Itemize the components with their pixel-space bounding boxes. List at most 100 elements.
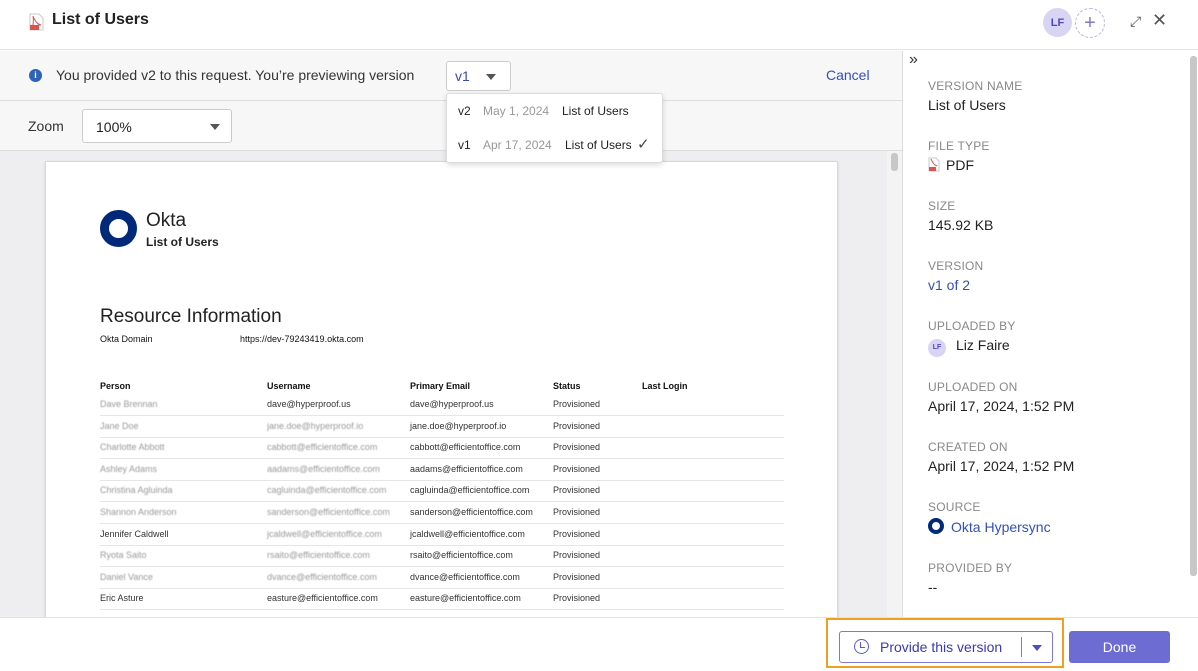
provided-by-value: -- (928, 579, 938, 595)
table-header-cell: Person (100, 381, 131, 391)
table-cell: dvance@efficientoffice.com (410, 571, 520, 582)
version-name-label: VERSION NAME (928, 79, 1023, 93)
expand-icon[interactable]: ⤢ (1130, 13, 1141, 30)
table-cell: Shannon Anderson (100, 507, 177, 517)
document-page: Okta List of Users Resource Information … (45, 161, 838, 617)
table-cell: Provisioned (553, 463, 601, 474)
provide-version-button[interactable]: Provide this version (839, 631, 1053, 663)
table-header-cell: Status (553, 381, 581, 391)
source-label: SOURCE (928, 500, 981, 514)
details-sidebar: » VERSION NAME List of Users FILE TYPE P… (902, 51, 1198, 617)
table-cell: Provisioned (553, 442, 601, 453)
doc-title: List of Users (146, 235, 219, 249)
document-viewer[interactable]: Okta List of Users Resource Information … (0, 151, 902, 617)
table-row: Ashley Adams aadams@efficientoffice.com aa… (100, 460, 784, 481)
zoom-label: Zoom (28, 118, 64, 134)
table-cell: Provisioned (553, 399, 601, 409)
source-name: Okta Hypersync (951, 519, 1051, 535)
table-cell: jcaldwell@efficientoffice.com (267, 528, 382, 539)
version-option-number: v2 (458, 104, 471, 118)
doc-domain-label: Okta Domain (100, 334, 153, 344)
size-label: SIZE (928, 199, 956, 213)
version-option-v1[interactable]: v1 Apr 17, 2024 List of Users ✓ (447, 128, 664, 162)
viewer-scrollbar[interactable] (887, 151, 902, 617)
source-link[interactable]: Okta Hypersync (928, 518, 1051, 535)
okta-logo-icon (100, 210, 137, 247)
table-cell: aadams@efficientoffice.com (267, 463, 380, 474)
table-cell: easture@efficientoffice.com (410, 593, 521, 604)
table-row: Daniel Vance dvance@efficientoffice.com dv… (100, 568, 784, 589)
add-collaborator-button[interactable]: + (1075, 8, 1105, 38)
page-title: List of Users (52, 11, 149, 28)
close-icon[interactable]: ✕ (1152, 10, 1167, 31)
provided-by-label: PROVIDED BY (928, 561, 1013, 575)
doc-domain-value: https://dev-79243419.okta.com (240, 334, 364, 344)
cancel-button[interactable]: Cancel (826, 67, 870, 83)
table-cell: cabbott@efficientoffice.com (267, 442, 378, 453)
table-cell: jcaldwell@efficientoffice.com (410, 528, 525, 539)
table-cell: rsaito@efficientoffice.com (267, 550, 370, 561)
chevron-down-icon (486, 74, 496, 80)
sidebar-scrollbar[interactable] (1190, 56, 1197, 576)
table-cell: aadams@efficientoffice.com (410, 463, 523, 474)
uploaded-on-label: UPLOADED ON (928, 380, 1018, 394)
table-row: Jennifer Caldwell jcaldwell@efficientoffi… (100, 525, 784, 546)
table-cell: Charlotte Abbott (100, 442, 165, 453)
table-cell: jane.doe@hyperproof.io (410, 420, 507, 431)
pdf-file-icon (928, 157, 940, 172)
file-type-value: PDF (928, 157, 974, 173)
version-option-name: List of Users (565, 138, 632, 152)
size-value: 145.92 KB (928, 217, 994, 233)
version-link[interactable]: v1 of 2 (928, 277, 970, 293)
split-divider (1021, 637, 1022, 657)
table-row: Shannon Anderson sanderson@efficientoffic… (100, 503, 784, 524)
table-cell: jane.doe@hyperproof.io (267, 420, 364, 431)
pdf-file-icon (29, 13, 44, 31)
table-cell: dave@hyperproof.us (267, 399, 351, 409)
table-cell: Christina Agluinda (100, 485, 173, 496)
zoom-select[interactable]: 100% (82, 109, 232, 143)
zoom-select-value: 100% (96, 119, 132, 135)
table-cell: Ashley Adams (100, 463, 158, 474)
table-cell: Daniel Vance (100, 571, 153, 582)
table-cell: cabbott@efficientoffice.com (410, 442, 521, 453)
checkmark-icon: ✓ (637, 136, 650, 153)
version-option-date: Apr 17, 2024 (483, 138, 552, 152)
collapse-sidebar-icon[interactable]: » (909, 51, 918, 69)
table-header-cell: Username (267, 381, 311, 391)
table-cell: cagluinda@efficientoffice.com (410, 485, 530, 496)
done-button[interactable]: Done (1069, 631, 1170, 663)
avatar: LF (928, 339, 946, 357)
file-type-label: FILE TYPE (928, 139, 990, 153)
version-label: VERSION (928, 259, 984, 273)
table-cell: cagluinda@efficientoffice.com (267, 485, 387, 496)
table-cell: dave@hyperproof.us (410, 399, 494, 409)
version-option-number: v1 (458, 138, 471, 152)
version-option-v2[interactable]: v2 May 1, 2024 List of Users (447, 94, 664, 128)
table-row: Christina Agluinda cagluinda@efficientoff… (100, 481, 784, 503)
table-cell: Provisioned (553, 420, 601, 431)
table-cell: easture@efficientoffice.com (267, 593, 378, 604)
table-cell: Provisioned (553, 485, 601, 496)
okta-logo-icon (928, 518, 944, 534)
table-cell: sanderson@efficientoffice.com (267, 507, 390, 517)
viewer-scrollbar-thumb[interactable] (891, 153, 898, 171)
table-cell: Dave Brennan (100, 399, 158, 409)
chevron-down-icon (210, 124, 220, 130)
doc-section-heading: Resource Information (100, 306, 282, 327)
title-bar: List of Users LF + ⤢ ✕ (0, 0, 1198, 50)
avatar[interactable]: LF (1043, 8, 1072, 37)
table-cell: Jane Doe (100, 420, 139, 431)
table-cell: dvance@efficientoffice.com (267, 571, 377, 582)
version-option-name: List of Users (562, 104, 629, 118)
chevron-down-icon[interactable] (1032, 645, 1042, 651)
history-icon (854, 639, 869, 654)
table-row: Jane Doe jane.doe@hyperproof.io jane.doe@h… (100, 417, 784, 438)
table-cell: Provisioned (553, 593, 601, 604)
version-notice-text: You provided v2 to this request. You’re … (56, 67, 415, 83)
version-select-value: v1 (455, 68, 470, 84)
table-cell: Provisioned (553, 571, 601, 582)
table-row: Dave Brennan dave@hyperproof.us dave@hyper… (100, 395, 784, 416)
version-select[interactable]: v1 (446, 61, 511, 91)
table-cell: Eric Asture (100, 593, 144, 604)
